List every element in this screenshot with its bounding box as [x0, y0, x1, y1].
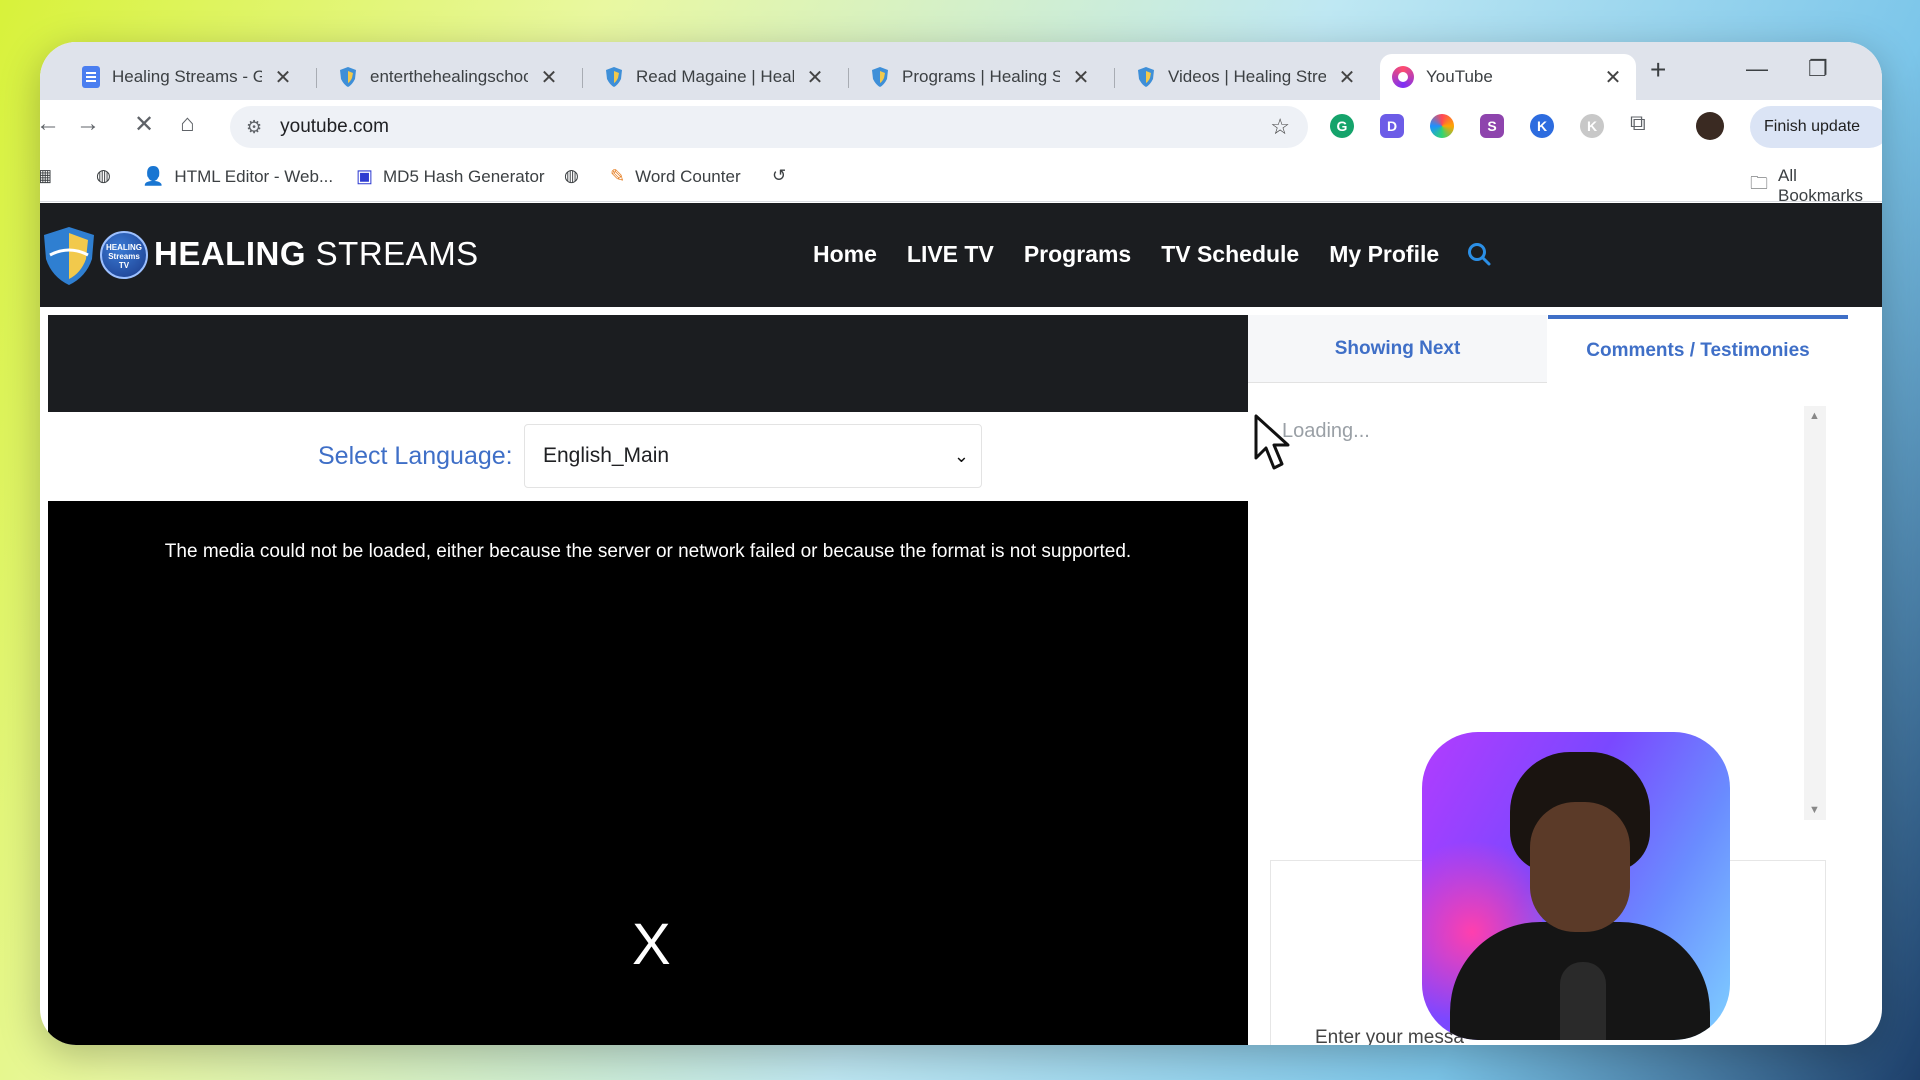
word-counter-icon: ✎ — [610, 166, 626, 186]
new-tab-icon[interactable]: + — [1650, 54, 1666, 86]
tab-title: Programs | Healing S — [902, 67, 1060, 86]
tab-title: Healing Streams - Go — [112, 67, 262, 86]
back-icon[interactable]: ← — [40, 110, 60, 138]
all-bookmarks[interactable]: 🗀 All Bookmarks — [1750, 166, 1882, 206]
scroll-down-icon[interactable]: ▼ — [1809, 804, 1820, 816]
healing-streams-logo-icon[interactable] — [40, 225, 98, 287]
docs-icon — [82, 66, 100, 88]
shield-icon — [1138, 67, 1154, 87]
address-bar[interactable]: ⚙ youtube.com ☆ — [230, 106, 1308, 148]
stop-icon[interactable]: ✕ — [134, 110, 154, 139]
folder-icon: 🗀 — [1750, 173, 1768, 193]
language-selected-value: English_Main — [543, 444, 670, 467]
restore-icon[interactable]: ❐ — [1808, 56, 1828, 82]
browser-tab-2[interactable]: enterthehealingschoo ✕ — [326, 54, 572, 100]
tab-strip: Healing Streams - Go ✕ enterthehealingsc… — [40, 42, 1882, 100]
shield-icon — [340, 67, 356, 87]
language-label: Select Language: — [318, 442, 513, 470]
shield-icon — [606, 67, 622, 87]
finish-update-label: Finish update — [1764, 118, 1861, 135]
finish-update-button[interactable]: Finish update — [1750, 106, 1882, 148]
person-icon: 👤 — [142, 166, 165, 186]
browser-tab-5[interactable]: Videos | Healing Stre ✕ — [1124, 54, 1370, 100]
video-close-button[interactable]: X — [632, 911, 671, 978]
tab-comments[interactable]: Comments / Testimonies — [1548, 315, 1848, 383]
site-header: HEALING Streams TV HEALING STREAMS Home … — [40, 203, 1882, 307]
mouse-cursor-icon — [1254, 414, 1290, 470]
site-logo-text[interactable]: HEALING STREAMS — [154, 235, 479, 273]
browser-tab-active[interactable]: YouTube ✕ — [1380, 54, 1636, 100]
browser-tab-4[interactable]: Programs | Healing S ✕ — [858, 54, 1104, 100]
browser-tab-3[interactable]: Read Magaine | Heali ✕ — [592, 54, 838, 100]
loading-text: Loading... — [1282, 420, 1370, 442]
extensions-puzzle-icon[interactable]: ⧉ — [1630, 110, 1646, 136]
microphone-icon — [1560, 962, 1606, 1040]
globe-icon[interactable]: ◍ — [564, 166, 579, 186]
profile-avatar[interactable] — [1696, 112, 1724, 140]
close-icon[interactable]: ✕ — [804, 65, 826, 90]
chevron-down-icon: ⌄ — [953, 445, 969, 466]
side-tabs: Showing Next Comments / Testimonies — [1248, 315, 1848, 383]
nav-my-profile[interactable]: My Profile — [1329, 241, 1439, 268]
apps-grid-icon[interactable]: ▦ — [40, 166, 52, 186]
browser-toolbar: ← → ✕ ⌂ ⚙ youtube.com ☆ G D S K K ⧉ Fini… — [40, 100, 1882, 152]
youtube-icon — [1392, 66, 1414, 88]
extension-d-icon[interactable]: D — [1380, 114, 1404, 138]
logo-badge: HEALING Streams TV — [100, 231, 148, 279]
tab-showing-next[interactable]: Showing Next — [1248, 315, 1547, 383]
site-settings-icon[interactable]: ⚙ — [246, 117, 262, 138]
tab-title: Videos | Healing Stre — [1168, 67, 1326, 86]
bookmark-star-icon[interactable]: ☆ — [1270, 114, 1290, 140]
close-icon[interactable]: ✕ — [1602, 65, 1624, 90]
nav-programs[interactable]: Programs — [1024, 241, 1131, 268]
tab-title: enterthehealingschoo — [370, 67, 528, 86]
close-icon[interactable]: ✕ — [272, 65, 294, 90]
forward-icon[interactable]: → — [76, 110, 100, 138]
color-picker-icon[interactable] — [1430, 114, 1454, 138]
video-player[interactable]: The media could not be loaded, either be… — [48, 501, 1248, 1045]
md5-icon: ▣ — [356, 166, 374, 186]
comments-scrollbar[interactable]: ▲ ▼ — [1804, 406, 1826, 820]
tab-title: Read Magaine | Heali — [636, 67, 794, 86]
minimize-icon[interactable]: — — [1746, 56, 1768, 82]
language-row: Select Language: English_Main ⌄ — [48, 412, 1248, 501]
close-icon[interactable]: ✕ — [538, 65, 560, 90]
browser-tab-1[interactable]: Healing Streams - Go ✕ — [70, 54, 306, 100]
extension-k2-icon[interactable]: K — [1580, 114, 1604, 138]
browser-window: Healing Streams - Go ✕ enterthehealingsc… — [40, 42, 1882, 1045]
bookmarks-bar: ▦ ◍ 👤 HTML Editor - Web... ▣ MD5 Hash Ge… — [40, 152, 1882, 205]
player-top-bar — [48, 315, 1248, 412]
close-icon[interactable]: ✕ — [1336, 65, 1358, 90]
presenter-face — [1530, 802, 1630, 932]
tab-title: YouTube — [1426, 67, 1493, 86]
history-icon[interactable]: ↺ — [772, 166, 786, 186]
extension-s-icon[interactable]: S — [1480, 114, 1504, 138]
grammarly-icon[interactable]: G — [1330, 114, 1354, 138]
scroll-up-icon[interactable]: ▲ — [1809, 410, 1820, 422]
bookmark-md5[interactable]: ▣ MD5 Hash Generator — [356, 166, 545, 187]
main-nav: Home LIVE TV Programs TV Schedule My Pro… — [813, 241, 1439, 268]
bookmark-word-counter[interactable]: ✎ Word Counter — [610, 166, 741, 187]
language-select[interactable]: English_Main ⌄ — [524, 424, 982, 488]
bookmark-html-editor[interactable]: 👤 HTML Editor - Web... — [142, 166, 333, 187]
nav-tv-schedule[interactable]: TV Schedule — [1161, 241, 1299, 268]
webcam-overlay — [1422, 732, 1730, 1040]
extension-k-icon[interactable]: K — [1530, 114, 1554, 138]
shield-icon — [872, 67, 888, 87]
nav-live-tv[interactable]: LIVE TV — [907, 241, 994, 268]
nav-home[interactable]: Home — [813, 241, 877, 268]
search-icon[interactable] — [1466, 241, 1492, 267]
globe-icon[interactable]: ◍ — [96, 166, 111, 186]
close-icon[interactable]: ✕ — [1070, 65, 1092, 90]
home-icon[interactable]: ⌂ — [180, 110, 195, 138]
address-text: youtube.com — [280, 116, 389, 137]
video-error-message: The media could not be loaded, either be… — [164, 541, 1132, 562]
